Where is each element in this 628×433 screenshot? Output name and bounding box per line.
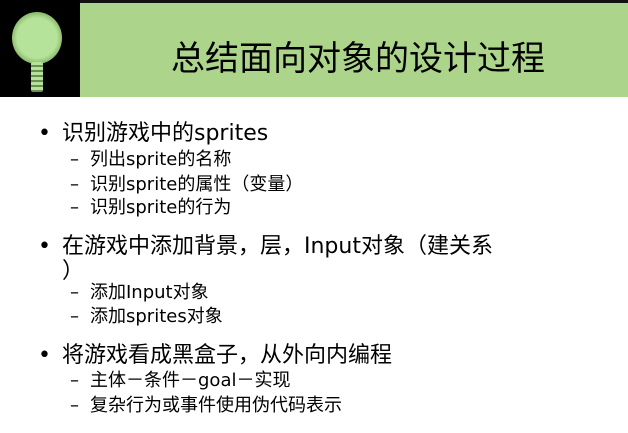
sub-bullet: – 主体－条件－goal－实现 <box>70 370 291 391</box>
bullet-3: • 将游戏看成黑盒子，从外向内编程 <box>38 343 393 368</box>
bullet-2: • 在游戏中添加背景，层，Input对象（建关系 <box>38 234 493 259</box>
bullet-1: • 识别游戏中的sprites <box>38 121 269 146</box>
sub-bullet: – 添加Input对象 <box>70 282 209 303</box>
slide-title: 总结面向对象的设计过程 <box>171 39 545 79</box>
sub-bullet: – 列出sprite的名称 <box>70 149 232 170</box>
sub-bullet: – 识别sprite的行为 <box>70 197 232 218</box>
title-bar: 总结面向对象的设计过程 <box>80 3 628 97</box>
sub-bullet: – 添加sprites对象 <box>70 306 223 327</box>
lightbulb-icon <box>0 0 80 97</box>
sub-bullet: – 复杂行为或事件使用伪代码表示 <box>70 395 342 416</box>
